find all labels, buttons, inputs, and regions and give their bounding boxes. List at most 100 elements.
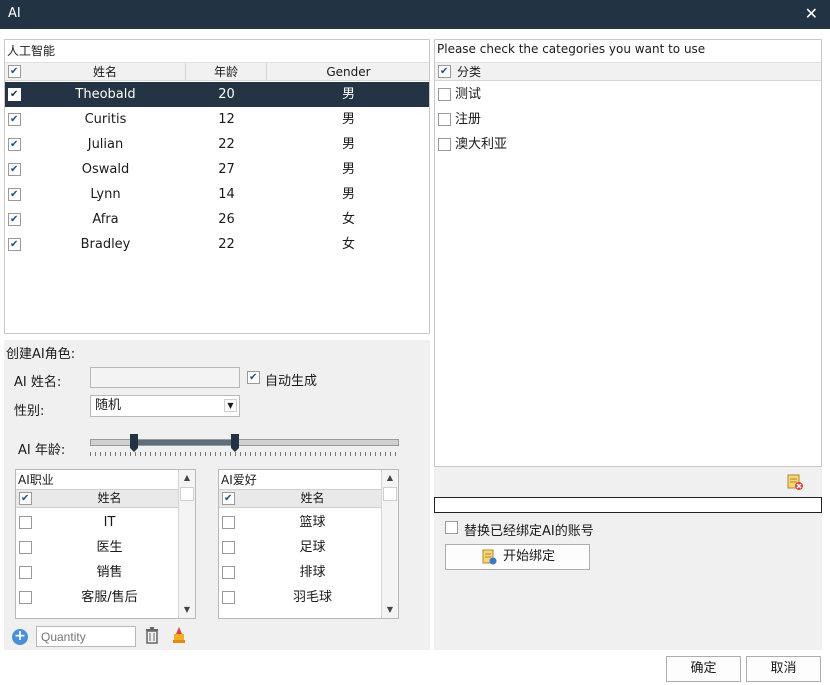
cell-gender: 男 (341, 137, 355, 152)
list-item-label: 篮球 (299, 515, 326, 530)
scroll-down-icon[interactable]: ▼ (179, 602, 195, 618)
row-checkbox[interactable] (8, 163, 21, 176)
category-item[interactable]: 澳大利亚 (435, 132, 821, 157)
row-checkbox[interactable] (8, 238, 21, 251)
table-row[interactable]: Curitis 12 男 (5, 107, 429, 132)
categories-panel: Please check the categories you want to … (434, 39, 822, 467)
list-item-checkbox[interactable] (19, 566, 32, 579)
row-checkbox[interactable] (8, 88, 21, 101)
cell-name: Lynn (90, 187, 121, 202)
row-checkbox[interactable] (8, 138, 21, 151)
list-item[interactable]: IT (16, 510, 179, 535)
category-checkbox[interactable] (438, 113, 451, 126)
list-item[interactable]: 排球 (219, 560, 382, 585)
table-row[interactable]: Afra 26 女 (5, 207, 429, 232)
table-row[interactable]: Theobald 20 男 (5, 82, 429, 107)
row-checkbox[interactable] (8, 213, 21, 226)
window-title: AI (8, 6, 21, 21)
list-item[interactable]: 客服/售后 (16, 585, 179, 610)
create-ai-panel: 创建AI角色: AI 姓名: 自动生成 性别: 随机 ▼ AI 年龄: AI职业… (4, 340, 430, 650)
select-all-checkbox[interactable] (8, 65, 21, 78)
scroll-thumb[interactable] (383, 487, 397, 501)
list-item[interactable]: 篮球 (219, 510, 382, 535)
cell-age: 22 (218, 137, 235, 152)
list-item-checkbox[interactable] (19, 591, 32, 604)
list-item[interactable]: 足球 (219, 535, 382, 560)
list-item[interactable]: 羽毛球 (219, 585, 382, 610)
ai-name-input[interactable] (90, 367, 240, 388)
hobby-scrollbar[interactable]: ▲ ▼ (381, 470, 398, 618)
unbind-icon[interactable] (786, 473, 804, 491)
cell-gender: 男 (341, 112, 355, 127)
cell-name: Theobald (75, 87, 136, 102)
category-label: 澳大利亚 (455, 137, 508, 152)
category-checkbox[interactable] (438, 88, 451, 101)
table-row[interactable]: Julian 22 男 (5, 132, 429, 157)
category-item[interactable]: 注册 (435, 107, 821, 132)
col-gender[interactable]: Gender (267, 63, 430, 81)
occupation-caption: AI职业 (18, 473, 54, 487)
occupation-header-name: 姓名 (97, 491, 122, 505)
list-item-checkbox[interactable] (19, 516, 32, 529)
bind-icon (481, 549, 497, 565)
list-item[interactable]: 销售 (16, 560, 179, 585)
list-item-checkbox[interactable] (222, 516, 235, 529)
scroll-up-icon[interactable]: ▲ (382, 470, 398, 486)
col-age[interactable]: 年龄 (186, 63, 267, 81)
list-item-checkbox[interactable] (19, 541, 32, 554)
table-row[interactable]: Bradley 22 女 (5, 232, 429, 257)
list-item[interactable]: 医生 (16, 535, 179, 560)
cell-name: Bradley (80, 237, 131, 252)
trash-icon[interactable] (144, 626, 160, 644)
cell-age: 12 (218, 112, 235, 127)
occupation-list[interactable]: AI职业 姓名 IT 医生销售客服/售后 ▲ ▼ (15, 469, 196, 619)
age-range-fill (133, 440, 236, 445)
clear-brush-icon[interactable] (170, 626, 188, 644)
occupation-scrollbar[interactable]: ▲ ▼ (178, 470, 195, 618)
hobby-list[interactable]: AI爱好 姓名 篮球足球排球羽毛球 ▲ ▼ (218, 469, 399, 619)
category-item[interactable]: 测试 (435, 82, 821, 107)
occupation-select-all[interactable] (19, 492, 32, 505)
category-label: 测试 (455, 87, 482, 102)
scroll-up-icon[interactable]: ▲ (179, 470, 195, 486)
cell-gender: 男 (341, 162, 355, 177)
category-checkbox[interactable] (438, 138, 451, 151)
start-bind-label: 开始绑定 (503, 549, 556, 564)
quantity-input[interactable] (36, 626, 136, 647)
categories-select-all[interactable] (438, 65, 451, 78)
auto-generate-label: 自动生成 (265, 374, 318, 389)
list-item-checkbox[interactable] (222, 566, 235, 579)
list-item-checkbox[interactable] (222, 541, 235, 554)
table-row[interactable]: Lynn 14 男 (5, 182, 429, 207)
ai-grid: 人工智能 姓名 年龄 Gender Theobald20男Curitis12男J… (4, 39, 430, 334)
age-min-handle[interactable] (129, 434, 138, 452)
col-name[interactable]: 姓名 (25, 63, 186, 81)
table-row[interactable]: Oswald 27 男 (5, 157, 429, 182)
gender-select[interactable]: 随机 ▼ (90, 395, 240, 417)
scroll-down-icon[interactable]: ▼ (382, 602, 398, 618)
close-icon[interactable]: ✕ (805, 4, 818, 23)
cancel-button[interactable]: 取消 (746, 656, 821, 682)
auto-generate-checkbox[interactable] (247, 371, 260, 384)
add-icon[interactable]: + (12, 629, 28, 645)
create-caption: 创建AI角色: (6, 347, 76, 362)
categories-header: 分类 (435, 62, 821, 81)
chevron-down-icon[interactable]: ▼ (224, 399, 237, 412)
ok-button[interactable]: 确定 (666, 656, 741, 682)
age-label: AI 年龄: (18, 443, 66, 458)
row-checkbox[interactable] (8, 113, 21, 126)
age-range-slider[interactable] (90, 434, 399, 452)
scroll-thumb[interactable] (180, 487, 194, 501)
cell-name: Curitis (84, 112, 127, 127)
grid-caption: 人工智能 (7, 44, 56, 58)
hobby-select-all[interactable] (222, 492, 235, 505)
start-bind-button[interactable]: 开始绑定 (445, 544, 590, 570)
list-item-checkbox[interactable] (222, 591, 235, 604)
progress-bar (434, 497, 822, 513)
row-checkbox[interactable] (8, 188, 21, 201)
replace-bound-checkbox[interactable] (445, 521, 458, 534)
age-max-handle[interactable] (231, 434, 240, 452)
cell-age: 22 (218, 237, 235, 252)
hobby-caption: AI爱好 (221, 473, 257, 487)
cell-gender: 男 (341, 87, 355, 102)
